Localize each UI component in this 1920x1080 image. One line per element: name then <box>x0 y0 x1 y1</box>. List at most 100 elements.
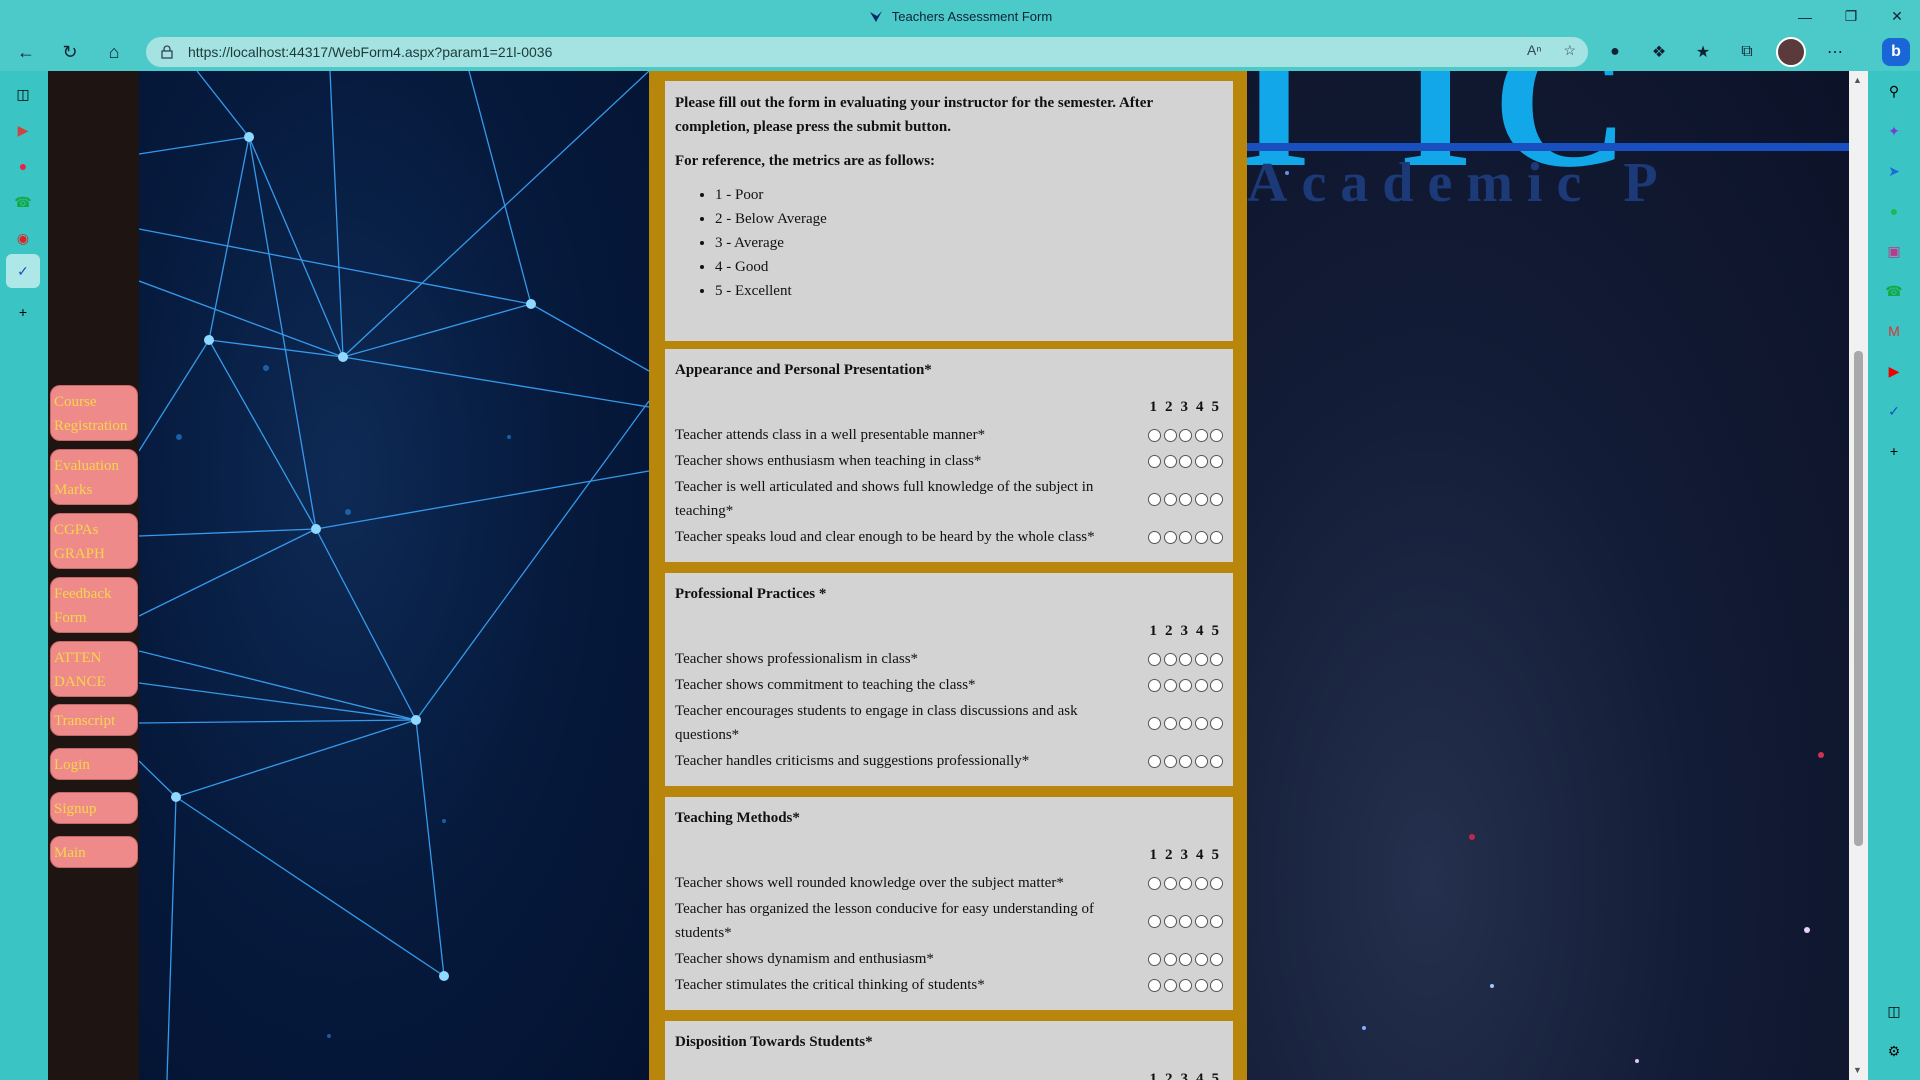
rating-radio[interactable] <box>1210 914 1223 928</box>
rating-radio[interactable] <box>1194 716 1208 730</box>
sidebar-toggle-icon[interactable]: ◫ <box>1884 1001 1904 1021</box>
rating-radio[interactable] <box>1163 652 1177 666</box>
rating-radio[interactable] <box>1163 454 1177 468</box>
rating-radio[interactable] <box>1179 914 1192 928</box>
collections-icon[interactable]: ⧉ <box>1732 37 1762 67</box>
nav-transcript[interactable]: Transcript <box>50 704 138 736</box>
rating-radio[interactable] <box>1163 952 1177 966</box>
instagram-icon[interactable]: ▣ <box>1884 241 1904 261</box>
rating-radio[interactable] <box>1163 428 1177 442</box>
rating-radio[interactable] <box>1179 716 1192 730</box>
rating-radio[interactable] <box>1148 492 1161 506</box>
rating-radio[interactable] <box>1148 876 1161 890</box>
nav-evaluation-marks[interactable]: Evaluation Marks <box>50 449 138 505</box>
rating-radio[interactable] <box>1148 914 1161 928</box>
app-pin-icon[interactable]: ✓ <box>1884 401 1904 421</box>
favorite-add-icon[interactable]: ☆ <box>1563 42 1576 59</box>
rating-radio[interactable] <box>1179 492 1192 506</box>
rating-radio[interactable] <box>1194 914 1208 928</box>
nav-login[interactable]: Login <box>50 748 138 780</box>
spotify-icon[interactable]: ● <box>1884 201 1904 221</box>
rating-radio[interactable] <box>1210 428 1223 442</box>
profile-avatar[interactable] <box>1776 37 1806 67</box>
rating-radio[interactable] <box>1148 952 1161 966</box>
rating-radio[interactable] <box>1210 716 1223 730</box>
rating-radio[interactable] <box>1210 876 1223 890</box>
bing-icon[interactable]: b <box>1882 38 1910 66</box>
rating-radio[interactable] <box>1179 454 1192 468</box>
rating-radio[interactable] <box>1148 978 1161 992</box>
add-sidebar-app-icon[interactable]: + <box>1884 441 1904 461</box>
rating-radio[interactable] <box>1194 428 1208 442</box>
minimize-icon[interactable]: — <box>1782 0 1828 33</box>
tab-active-form-icon[interactable]: ✓ <box>6 254 40 288</box>
scroll-up-icon[interactable]: ▲ <box>1853 75 1862 85</box>
rating-radio[interactable] <box>1163 678 1177 692</box>
send-icon[interactable]: ➤ <box>1884 161 1904 181</box>
rating-radio[interactable] <box>1210 492 1223 506</box>
favorites-icon[interactable]: ★ <box>1688 37 1718 67</box>
rating-radio[interactable] <box>1194 652 1208 666</box>
rating-radio[interactable] <box>1210 952 1223 966</box>
rating-radio[interactable] <box>1210 978 1223 992</box>
nav-course-registration[interactable]: Course Registration <box>50 385 138 441</box>
close-icon[interactable]: ✕ <box>1874 0 1920 33</box>
tab-actions-icon[interactable]: ◫ <box>13 84 33 104</box>
extension-icon[interactable]: ● <box>1600 37 1630 67</box>
rating-radio[interactable] <box>1148 454 1161 468</box>
rating-radio[interactable] <box>1179 530 1192 544</box>
youtube-icon[interactable]: ▶ <box>1884 361 1904 381</box>
nav-attendance[interactable]: ATTEN DANCE <box>50 641 138 697</box>
rating-radio[interactable] <box>1179 978 1192 992</box>
back-icon[interactable]: ← <box>8 36 44 68</box>
extensions-puzzle-icon[interactable]: ❖ <box>1644 37 1674 67</box>
settings-icon[interactable]: ⚙ <box>1884 1041 1904 1061</box>
nav-cgpas-graph[interactable]: CGPAs GRAPH <box>50 513 138 569</box>
rating-radio[interactable] <box>1148 428 1161 442</box>
rating-radio[interactable] <box>1163 876 1177 890</box>
rating-radio[interactable] <box>1194 978 1208 992</box>
rating-radio[interactable] <box>1210 652 1223 666</box>
home-icon[interactable]: ⌂ <box>96 36 132 68</box>
rating-radio[interactable] <box>1194 530 1208 544</box>
rating-radio[interactable] <box>1163 754 1177 768</box>
rating-radio[interactable] <box>1148 754 1161 768</box>
new-tab-icon[interactable]: + <box>13 302 33 322</box>
nav-feedback-form[interactable]: Feedback Form <box>50 577 138 633</box>
nav-main[interactable]: Main <box>50 836 138 868</box>
rating-radio[interactable] <box>1194 678 1208 692</box>
rating-radio[interactable] <box>1210 754 1223 768</box>
tab-whatsapp-icon[interactable]: ☎ <box>13 192 33 212</box>
rating-radio[interactable] <box>1194 952 1208 966</box>
rating-radio[interactable] <box>1148 530 1161 544</box>
scroll-thumb[interactable] <box>1854 351 1863 846</box>
refresh-icon[interactable]: ↻ <box>52 36 88 68</box>
rating-radio[interactable] <box>1148 716 1161 730</box>
read-aloud-icon[interactable]: Aⁿ <box>1527 42 1541 59</box>
rating-radio[interactable] <box>1194 454 1208 468</box>
rating-radio[interactable] <box>1179 428 1192 442</box>
rating-radio[interactable] <box>1179 652 1192 666</box>
rating-radio[interactable] <box>1179 876 1192 890</box>
rating-radio[interactable] <box>1148 678 1161 692</box>
page-scrollbar[interactable]: ▲ ▼ <box>1849 71 1868 1080</box>
rating-radio[interactable] <box>1163 716 1177 730</box>
rating-radio[interactable] <box>1163 978 1177 992</box>
rating-radio[interactable] <box>1163 530 1177 544</box>
scroll-down-icon[interactable]: ▼ <box>1853 1065 1862 1075</box>
tab-record-icon[interactable]: ◉ <box>13 228 33 248</box>
rating-radio[interactable] <box>1163 914 1177 928</box>
rating-radio[interactable] <box>1179 754 1192 768</box>
restore-icon[interactable]: ❐ <box>1828 0 1874 33</box>
rating-radio[interactable] <box>1179 952 1192 966</box>
tab-reddit-icon[interactable]: ● <box>13 156 33 176</box>
tab-youtube-icon[interactable]: ▶ <box>13 120 33 140</box>
whatsapp-icon[interactable]: ☎ <box>1884 281 1904 301</box>
nav-signup[interactable]: Signup <box>50 792 138 824</box>
copilot-icon[interactable]: ✦ <box>1884 121 1904 141</box>
rating-radio[interactable] <box>1163 492 1177 506</box>
rating-radio[interactable] <box>1194 492 1208 506</box>
search-icon[interactable]: ⚲ <box>1884 81 1904 101</box>
rating-radio[interactable] <box>1148 652 1161 666</box>
rating-radio[interactable] <box>1210 454 1223 468</box>
